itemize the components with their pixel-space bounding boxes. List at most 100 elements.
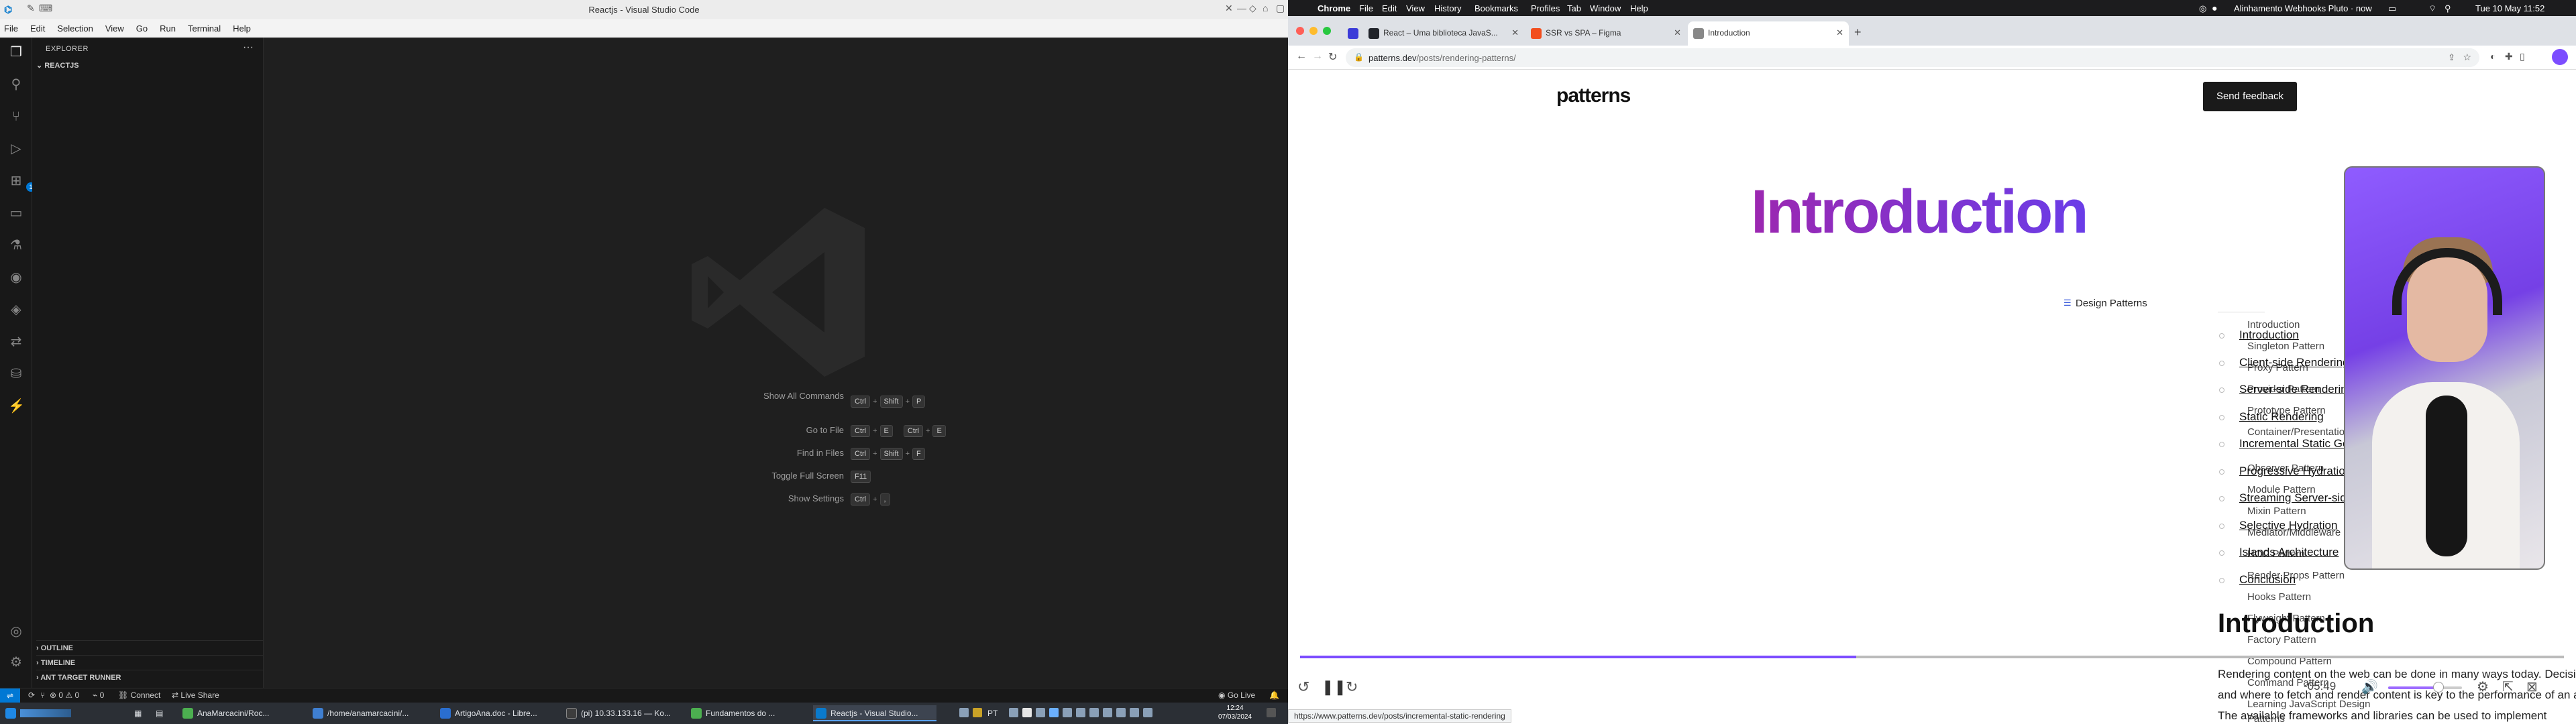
explorer-icon[interactable]: ❐ (8, 44, 24, 60)
more-actions-icon[interactable]: ··· (243, 42, 254, 54)
restore-icon[interactable]: ⌂ (1263, 3, 1268, 13)
pinned-tab[interactable] (1344, 21, 1362, 46)
focus-icon[interactable]: ◎ (2199, 3, 2206, 14)
connect-status[interactable]: ⛓ Connect (118, 690, 160, 700)
taskbar-item[interactable]: ArtigoAna.doc - Libre... (437, 705, 551, 721)
menu-edit[interactable]: Edit (30, 23, 45, 34)
tray-icon[interactable] (1009, 708, 1018, 717)
taskbar-item[interactable]: (pi) 10.33.133.16 — Ko... (564, 705, 681, 721)
calendar-status[interactable]: Alinhamento Webhooks Pluto · now (2234, 3, 2372, 13)
toc-link[interactable]: Selective Hydration (2239, 519, 2337, 532)
toc-link[interactable]: Server-side Rendering (2239, 383, 2353, 396)
menu-file[interactable]: File (4, 23, 18, 34)
send-feedback-button[interactable]: Send feedback (2203, 82, 2297, 111)
remote-explorer-icon[interactable]: ▭ (8, 205, 24, 221)
menu-window[interactable]: Window (1590, 3, 1621, 13)
toc-link[interactable]: Client-side Rendering (2239, 356, 2349, 369)
accounts-icon[interactable]: ◎ (8, 623, 24, 640)
database-icon[interactable]: ⛁ (8, 366, 24, 382)
mac-clock[interactable]: Tue 10 May 11:52 (2475, 3, 2544, 13)
problems-status[interactable]: ⊗ 0 ⚠ 0 (50, 690, 79, 700)
extensions-puzzle-icon[interactable]: ✚ (2505, 51, 2513, 62)
tray-icon[interactable] (1036, 708, 1045, 717)
zoom-window-icon[interactable] (1323, 27, 1331, 35)
rewind-10-icon[interactable]: ↺ (1297, 678, 1309, 696)
menu-terminal[interactable]: Terminal (188, 23, 221, 34)
toc-link[interactable]: Introduction (2239, 328, 2299, 342)
menu-bookmarks[interactable]: Bookmarks (1474, 3, 1518, 13)
ports-status[interactable]: ⌁ 0 (93, 690, 104, 700)
minimize-icon[interactable]: ✕ (1225, 3, 1233, 14)
menu-selection[interactable]: Selection (57, 23, 93, 34)
taskbar-item-active[interactable]: Reactjs - Visual Studio... (813, 705, 936, 721)
minimize-window-icon[interactable] (1309, 27, 1318, 35)
network-icon[interactable] (1116, 708, 1126, 717)
tray-icon[interactable] (1089, 708, 1099, 717)
reload-icon[interactable]: ↻ (1328, 50, 1337, 64)
sync-icon[interactable]: ⟳ (28, 690, 35, 700)
live-share-icon[interactable]: ⇄ (8, 334, 24, 350)
shade-icon[interactable]: — (1237, 3, 1246, 13)
close-window-icon[interactable] (1296, 27, 1304, 35)
chrome-tab[interactable]: SSR vs SPA – Figma ✕ (1525, 21, 1686, 46)
tray-icon[interactable] (1049, 708, 1059, 717)
bookmark-star-icon[interactable]: ☆ (2463, 52, 2471, 63)
spotlight-icon[interactable]: ⚲ (2445, 3, 2451, 14)
docker-icon[interactable]: ◈ (8, 302, 24, 318)
video-progress-bar[interactable] (1300, 656, 2564, 658)
remote-indicator-icon[interactable]: ⇌ (0, 688, 20, 703)
site-logo[interactable]: patterns (1556, 84, 1631, 107)
timeline-section[interactable]: › TIMELINE (36, 655, 264, 670)
outline-section[interactable]: › OUTLINE (36, 640, 264, 655)
taskbar-clock[interactable]: 12:24 07/03/2024 (1218, 704, 1252, 721)
pop-out-icon[interactable]: ⇱ (2502, 678, 2514, 695)
menu-file[interactable]: File (1359, 3, 1373, 13)
menu-view[interactable]: View (1406, 3, 1425, 13)
extensions-icon[interactable]: ⊞ 1 (8, 173, 36, 192)
volume-knob[interactable] (2432, 682, 2444, 692)
toc-link[interactable]: Conclusion (2239, 573, 2296, 587)
menu-help[interactable]: Help (1630, 3, 1648, 13)
back-icon[interactable]: ← (1296, 50, 1307, 62)
battery-icon[interactable]: ▭ (2388, 3, 2396, 14)
tray-icon[interactable] (1022, 708, 1032, 717)
taskbar-item[interactable]: AnaMarcacini/Roc... (180, 705, 301, 721)
source-control-icon[interactable]: ⑂ (8, 109, 24, 125)
tray-icon[interactable] (1076, 708, 1085, 717)
tray-icon[interactable] (1103, 708, 1112, 717)
chrome-tab[interactable]: React – Uma biblioteca JavaS... ✕ (1363, 21, 1524, 46)
settings-gear-icon[interactable]: ⚙ (2477, 678, 2489, 695)
workspace-folder[interactable]: ⌄ REACTJS (36, 61, 79, 70)
keyboard-layout[interactable]: PT (986, 705, 1006, 721)
sidebar-pattern-link[interactable]: Hooks Pattern (2247, 590, 2402, 605)
maximize-icon[interactable]: ◇ (1249, 3, 1256, 14)
wifi-icon[interactable]: ⌔ (2428, 3, 2436, 14)
screen-record-icon[interactable]: ⏺ (2212, 3, 2217, 14)
forward-10-icon[interactable]: ↻ (1346, 678, 1358, 696)
forward-icon[interactable]: → (1312, 50, 1323, 62)
toc-link[interactable]: Progressive Hydration (2239, 465, 2351, 478)
close-player-icon[interactable]: ⊠ (2526, 678, 2538, 695)
testing-icon[interactable]: ⚗ (8, 237, 24, 253)
volume-icon[interactable] (1130, 708, 1139, 717)
share-icon[interactable]: ⇪ (2448, 52, 2455, 63)
profile-avatar[interactable] (2552, 49, 2568, 65)
menu-history[interactable]: History (1434, 3, 1461, 13)
folder-tray-icon[interactable] (973, 708, 982, 717)
menu-help[interactable]: Help (233, 23, 251, 34)
site-info-icon[interactable]: 🔒 (1354, 52, 1364, 62)
menu-run[interactable]: Run (160, 23, 176, 34)
toc-link[interactable]: Static Rendering (2239, 410, 2324, 424)
pen-tray-icon[interactable] (959, 708, 969, 717)
taskbar-item[interactable]: /home/anamarcacini/... (310, 705, 429, 721)
liveshare-status[interactable]: ⇄ Live Share (172, 690, 219, 700)
show-desktop-icon[interactable] (1267, 708, 1276, 717)
address-bar[interactable]: 🔒 patterns.dev/posts/rendering-patterns/… (1346, 48, 2479, 67)
volume-slider[interactable] (2388, 686, 2462, 689)
pause-icon[interactable]: ❚❚ (1322, 678, 1346, 696)
volume-icon[interactable]: 🔊 (2361, 678, 2378, 695)
go-live-status[interactable]: ◉ Go Live (1218, 690, 1255, 700)
manage-gear-icon[interactable]: ⚙ (8, 654, 24, 670)
close-tab-icon[interactable]: ✕ (1836, 27, 1843, 38)
files-icon[interactable]: ▤ (156, 705, 169, 721)
